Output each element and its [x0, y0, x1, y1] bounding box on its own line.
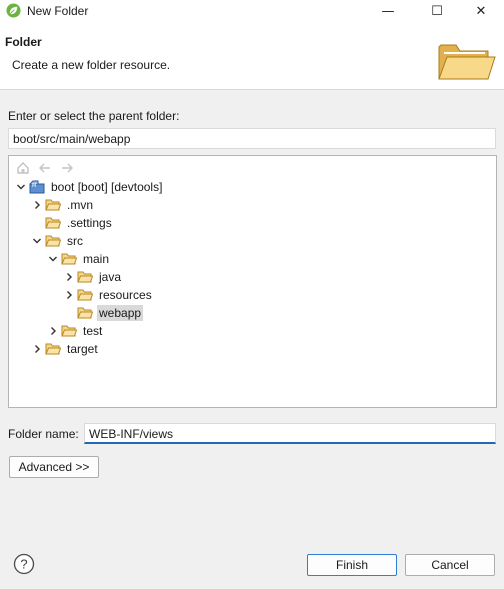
- cancel-button[interactable]: Cancel: [405, 554, 495, 576]
- finish-button[interactable]: Finish: [307, 554, 397, 576]
- window-title: New Folder: [27, 4, 89, 18]
- chevron-right-icon[interactable]: [46, 324, 60, 338]
- tree-item-label: .mvn: [67, 198, 94, 212]
- maximize-button[interactable]: ☐: [414, 0, 460, 22]
- folder-icon: [77, 270, 93, 284]
- chevron-down-icon[interactable]: [30, 234, 44, 248]
- chevron-right-icon[interactable]: [30, 198, 44, 212]
- svg-text:M: M: [32, 183, 36, 189]
- back-arrow-icon[interactable]: [37, 160, 53, 176]
- folder-icon: [45, 216, 61, 230]
- folder-icon: [45, 234, 61, 248]
- tree-item-label: src: [67, 234, 83, 248]
- svg-text:?: ?: [20, 557, 27, 572]
- tree-item[interactable]: .settings: [30, 214, 114, 232]
- folder-icon: [45, 342, 61, 356]
- folder-icon: [45, 198, 61, 212]
- chevron-down-icon[interactable]: [14, 180, 28, 194]
- parent-folder-input[interactable]: boot/src/main/webapp: [8, 128, 496, 149]
- tree-item-label: test: [83, 324, 103, 338]
- wizard-banner: Folder Create a new folder resource.: [0, 22, 504, 90]
- folder-icon: [61, 252, 77, 266]
- tree-item[interactable]: test: [46, 322, 104, 340]
- chevron-right-icon[interactable]: [62, 288, 76, 302]
- tree-item-label: .settings: [67, 216, 112, 230]
- tree-item-label: boot [boot] [devtools]: [51, 180, 163, 194]
- chevron-down-icon[interactable]: [46, 252, 60, 266]
- folder-icon: [77, 288, 93, 302]
- folder-name-label: Folder name:: [8, 427, 79, 441]
- tree-item-label: target: [67, 342, 98, 356]
- page-description: Create a new folder resource.: [12, 58, 171, 72]
- folder-name-input[interactable]: WEB-INF/views: [84, 423, 496, 444]
- chevron-right-icon[interactable]: [62, 270, 76, 284]
- tree-toolbar: [15, 160, 75, 176]
- title-bar: New Folder — ☐ ✕: [0, 0, 504, 22]
- tree-item[interactable]: Mboot [boot] [devtools]: [14, 178, 164, 196]
- folder-icon: [77, 306, 93, 320]
- advanced-button[interactable]: Advanced >>: [9, 456, 99, 478]
- chevron-right-icon[interactable]: [30, 342, 44, 356]
- tree-item-label: main: [83, 252, 110, 266]
- tree-item[interactable]: target: [30, 340, 100, 358]
- tree-item[interactable]: .mvn: [30, 196, 95, 214]
- parent-folder-label: Enter or select the parent folder:: [8, 109, 180, 123]
- page-title: Folder: [5, 35, 42, 49]
- home-icon[interactable]: [15, 160, 31, 176]
- folder-icon: [61, 324, 77, 338]
- tree-item[interactable]: resources: [62, 286, 154, 304]
- close-button[interactable]: ✕: [458, 0, 504, 22]
- open-folder-icon: [438, 44, 496, 80]
- minimize-button[interactable]: —: [365, 0, 411, 22]
- tree-item-label: java: [99, 270, 122, 284]
- spring-leaf-icon: [6, 3, 21, 18]
- tree-item[interactable]: java: [62, 268, 123, 286]
- help-icon[interactable]: ?: [13, 553, 35, 575]
- tree-item-label: resources: [99, 288, 152, 302]
- tree-item[interactable]: main: [46, 250, 111, 268]
- forward-arrow-icon[interactable]: [59, 160, 75, 176]
- folder-tree[interactable]: Mboot [boot] [devtools] .mvn .settings src m…: [8, 155, 497, 408]
- tree-item[interactable]: src: [30, 232, 85, 250]
- tree-item[interactable]: webapp: [62, 304, 144, 322]
- maven-project-icon: M: [29, 180, 45, 194]
- tree-item-label: webapp: [97, 305, 144, 321]
